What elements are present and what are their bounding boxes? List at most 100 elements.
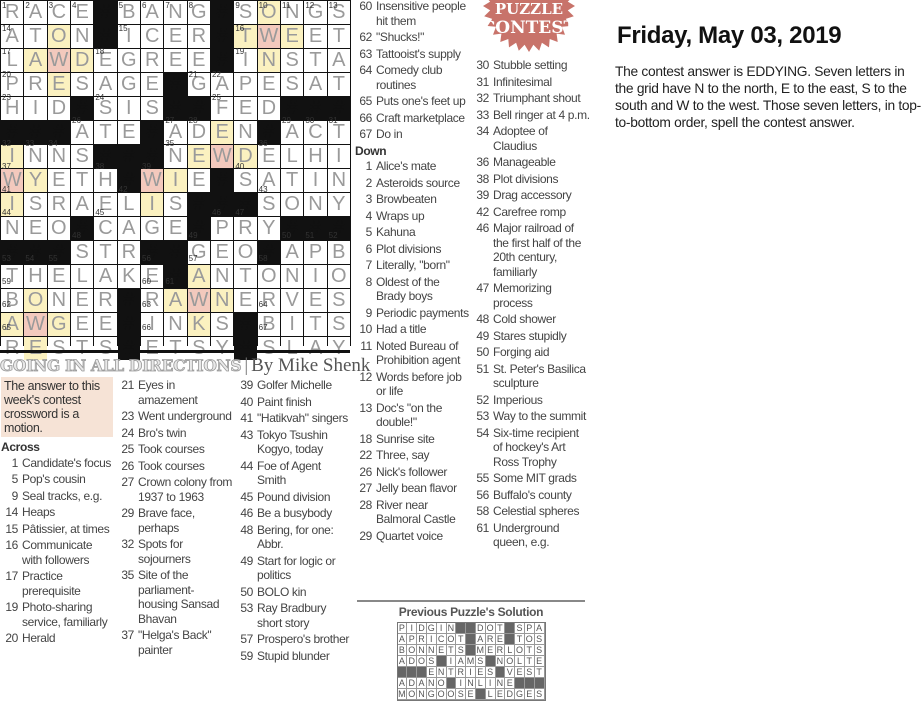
clue-item: 41 "Hatikvah" singers — [236, 411, 352, 426]
grid-cell: E — [164, 25, 187, 48]
grid-cell: K — [187, 313, 210, 336]
black-square: # — [71, 217, 94, 240]
clue-text: Literally, "born" — [376, 258, 450, 272]
grid-cell: N — [164, 145, 187, 168]
clue-text: Had a title — [376, 322, 427, 336]
clue-text: Site of the parliament-housing Sansad Bh… — [138, 568, 220, 626]
solution-cell: P — [524, 623, 535, 634]
grid-cell: T — [304, 49, 327, 72]
clue-number: 42 — [476, 204, 489, 219]
black-square — [475, 689, 486, 700]
clue-number: 8 — [365, 274, 373, 289]
clue-text: Celestial spheres — [493, 504, 580, 518]
solution-cell: N — [436, 667, 447, 678]
grid-row: I N N S # # # N E W D E L H I — [1, 145, 350, 168]
clue-text: Took courses — [138, 458, 205, 473]
grid-cell: W — [187, 289, 210, 312]
black-square: # — [281, 97, 304, 120]
solution-cell: S — [456, 689, 467, 700]
grid-cell: G — [47, 313, 70, 336]
solution-cell: S — [534, 634, 545, 645]
black-square: # — [117, 313, 140, 336]
clue-item: 9 Seal tracks, e.g. — [1, 489, 113, 504]
clue-item: 1 Candidate's focus — [1, 456, 113, 471]
clue-item: 50 Forging aid — [472, 345, 590, 360]
grid-cell: A — [1, 313, 24, 336]
clue-number: 13 — [359, 400, 372, 415]
clue-text: Three, say — [376, 448, 430, 462]
grid-cell: R — [1, 1, 24, 24]
clue-number: 60 — [359, 0, 372, 13]
clue-text: Ray Bradbury short story — [257, 601, 327, 630]
grid-cell: I — [304, 169, 327, 192]
grid-row: # # # A T E # A D E N # A C T — [1, 121, 350, 144]
black-square: # — [141, 241, 164, 264]
clue-text: Puts one's feet up — [376, 94, 466, 108]
clue-text: Manageable — [493, 155, 556, 169]
clue-item: 28 River near Balmoral Castle — [355, 498, 470, 527]
solution-cell: S — [524, 667, 535, 678]
solution-cell: I — [446, 656, 457, 667]
solution-cell: O — [436, 678, 447, 689]
clue-item: 48 Cold shower — [472, 312, 590, 327]
clue-column-5: 30 Stubble setting 31 Infinitesimal 32 Triump… — [472, 58, 590, 552]
grid-cell: N — [71, 25, 94, 48]
solution-cell: E — [475, 667, 486, 678]
grid-cell: O — [257, 1, 280, 24]
clue-text: "Helga's Back" painter — [138, 628, 212, 657]
clue-text: Practice prerequisite — [22, 569, 81, 598]
grid-cell: I — [141, 313, 164, 336]
grid-cell: E — [47, 73, 70, 96]
puzzle-title-bar: GOING IN ALL DIRECTIONS | By Mike Shenk — [0, 350, 370, 377]
grid-cell: I — [117, 25, 140, 48]
clue-text: Forging aid — [493, 345, 550, 359]
grid-cell: S — [327, 1, 350, 24]
grid-cell: O — [234, 241, 257, 264]
black-square — [466, 623, 476, 634]
clue-text: Quartet voice — [376, 528, 443, 543]
grid-cell: A — [24, 49, 47, 72]
grid-cell: K — [117, 265, 140, 288]
grid-cell: T — [24, 25, 47, 48]
grid-cell: R — [117, 241, 140, 264]
clue-number: 56 — [476, 487, 489, 502]
clue-item: 49 Start for logic or politics — [236, 554, 352, 583]
clue-text: Tattooist's supply — [376, 46, 461, 61]
grid-cell: S — [71, 145, 94, 168]
clue-text: Herald — [22, 631, 56, 645]
clue-text: Memorizing process — [493, 281, 552, 310]
clue-number: 50 — [240, 584, 253, 599]
grid-cell: A — [281, 241, 304, 264]
grid-cell: E — [187, 49, 210, 72]
clue-number: 43 — [240, 427, 253, 442]
solution-cell: S — [485, 667, 496, 678]
grid-cell: T — [71, 169, 94, 192]
clue-item: 4 Wraps up — [355, 209, 470, 224]
solution-cell: S — [456, 645, 467, 656]
grid-cell: E — [187, 145, 210, 168]
previous-solution-grid: PIDGINDOTSPAAPRICOTARETOSBONNETSMERLOTSA… — [396, 622, 546, 701]
black-square: # — [304, 97, 327, 120]
clue-number: 59 — [240, 648, 253, 663]
grid-row: A W G E E # I N K S # B I T S — [1, 313, 350, 336]
solution-cell: N — [446, 623, 457, 634]
clue-item: 49 Stares stupidly — [472, 329, 590, 344]
grid-cell: E — [141, 73, 164, 96]
clue-text: Pop's cousin — [22, 472, 86, 486]
clue-number: 11 — [360, 338, 372, 353]
solution-cell: G — [515, 689, 525, 700]
grid-cell: A — [117, 217, 140, 240]
clue-text: Brave face, perhaps — [138, 506, 195, 535]
grid-cell: E — [71, 289, 94, 312]
solution-cell: G — [426, 689, 437, 700]
clue-number: 36 — [476, 155, 489, 169]
grid-cell: S — [327, 289, 350, 312]
clue-item: 25 Took courses — [117, 442, 233, 457]
clue-number: 45 — [240, 489, 253, 504]
grid-cell: E — [234, 289, 257, 312]
grid-cell: T — [327, 121, 350, 144]
clue-item: 46 Major railroad of the first half of th… — [472, 221, 590, 279]
grid-cell: Y — [327, 193, 350, 216]
clue-text: Bell ringer at 4 p.m. — [493, 107, 590, 122]
grid-cell: A — [281, 121, 304, 144]
